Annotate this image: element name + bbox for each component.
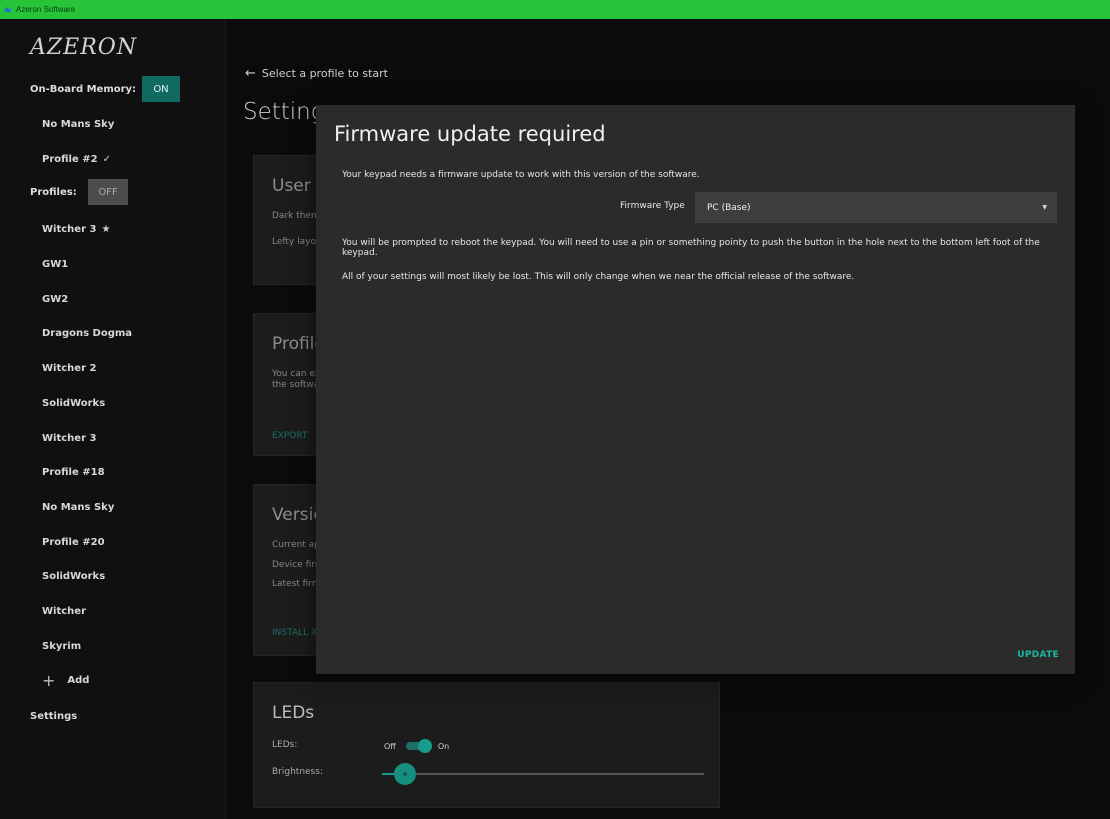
- sidebar-item-skyrim[interactable]: Skyrim: [42, 639, 81, 653]
- add-profile-button[interactable]: + Add: [42, 671, 89, 690]
- onboard-memory-toggle[interactable]: ON: [142, 76, 180, 102]
- brightness-slider[interactable]: [382, 763, 704, 785]
- sidebar-item-label: SolidWorks: [42, 570, 106, 582]
- slider-rail: [382, 773, 704, 775]
- sidebar-item-gw2[interactable]: GW2: [42, 292, 68, 306]
- sidebar-item-dragons-dogma[interactable]: Dragons Dogma: [42, 326, 132, 340]
- firmware-type-label: Firmware Type: [620, 201, 685, 211]
- toggle-knob: [417, 739, 432, 753]
- sidebar-item-label: SolidWorks: [42, 397, 106, 409]
- update-button[interactable]: UPDATE: [1017, 650, 1059, 660]
- sidebar-item-label: No Mans Sky: [42, 501, 115, 513]
- sidebar-item-gw1[interactable]: GW1: [42, 257, 68, 271]
- sidebar-item-witcher-3[interactable]: Witcher 3 ★: [42, 222, 110, 236]
- leds-toggle[interactable]: [404, 739, 432, 753]
- onboard-memory-row: On-Board Memory: ON: [30, 76, 210, 102]
- sidebar-item-witcher-3b[interactable]: Witcher 3: [42, 431, 96, 445]
- sidebar-item-solidworks-b[interactable]: SolidWorks: [42, 569, 105, 583]
- sidebar-item-label: GW1: [42, 258, 69, 270]
- profiles-toggle[interactable]: OFF: [88, 179, 128, 205]
- on-label: On: [437, 741, 450, 751]
- off-label: Off: [384, 741, 396, 751]
- profiles-row: Profiles: OFF: [30, 179, 128, 205]
- sidebar-item-label: Witcher: [42, 605, 86, 617]
- firmware-type-value: PC (Base): [707, 202, 751, 213]
- dialog-warning: All of your settings will most likely be…: [342, 272, 855, 282]
- profiles-label: Profiles:: [30, 186, 77, 198]
- sidebar-item-profile-18[interactable]: Profile #18: [42, 465, 105, 479]
- app-logo-icon: [3, 6, 12, 13]
- check-icon: ✓: [102, 153, 111, 165]
- sidebar-item-witcher-2[interactable]: Witcher 2: [42, 361, 96, 375]
- back-link-label: Select a profile to start: [261, 67, 388, 80]
- dialog-instructions: You will be prompted to reboot the keypa…: [342, 238, 1040, 258]
- sidebar-item-label: Witcher 3: [42, 223, 97, 235]
- sidebar-item-label: Dragons Dogma: [42, 327, 133, 339]
- star-icon: ★: [101, 223, 111, 235]
- dialog-title: Firmware update required: [334, 122, 606, 146]
- arrow-left-icon: ←: [245, 66, 256, 81]
- sidebar-item-label: No Mans Sky: [42, 118, 115, 130]
- add-profile-label: Add: [67, 675, 90, 686]
- caret-down-icon: ▼: [1042, 204, 1047, 211]
- brightness-label: Brightness:: [272, 767, 323, 777]
- sidebar-item-no-mans-sky-b[interactable]: No Mans Sky: [42, 500, 114, 514]
- onboard-memory-label: On-Board Memory:: [30, 83, 137, 95]
- leds-toggle-row: Off On: [384, 739, 449, 753]
- sidebar-item-solidworks[interactable]: SolidWorks: [42, 396, 105, 410]
- sidebar-item-settings[interactable]: Settings: [30, 711, 77, 722]
- window-title: Azeron Software: [16, 5, 76, 14]
- window-titlebar: Azeron Software: [0, 0, 1110, 19]
- leds-label: LEDs:: [272, 740, 298, 750]
- sidebar-item-label: GW2: [42, 293, 69, 305]
- sidebar-item-no-mans-sky[interactable]: No Mans Sky: [42, 117, 114, 131]
- card-title: LEDs: [272, 703, 315, 723]
- sidebar-item-label: Profile #2: [42, 153, 98, 165]
- sidebar-item-label: Witcher 3: [42, 432, 97, 444]
- export-button[interactable]: EXPORT: [272, 431, 307, 441]
- azeron-logo: AZERON: [30, 35, 138, 60]
- sidebar-item-label: Witcher 2: [42, 362, 97, 374]
- sidebar-item-label: Profile #18: [42, 466, 105, 478]
- slider-thumb[interactable]: [394, 763, 416, 785]
- firmware-update-dialog: Firmware update required Your keypad nee…: [316, 105, 1075, 674]
- install-button[interactable]: INSTALL X: [272, 628, 317, 638]
- leds-card: LEDs LEDs: Off On Brightness:: [253, 682, 720, 808]
- sidebar-item-label: Profile #20: [42, 536, 105, 548]
- sidebar-item-label: Skyrim: [42, 640, 82, 652]
- dialog-message: Your keypad needs a firmware update to w…: [342, 170, 700, 180]
- sidebar-item-profile-2[interactable]: Profile #2 ✓: [42, 152, 111, 166]
- firmware-type-select[interactable]: PC (Base) ▼: [695, 192, 1057, 223]
- sidebar: AZERON On-Board Memory: ON No Mans Sky P…: [0, 19, 226, 819]
- sidebar-item-profile-20[interactable]: Profile #20: [42, 535, 105, 549]
- plus-icon: +: [42, 671, 56, 690]
- back-link[interactable]: ← Select a profile to start: [245, 66, 388, 81]
- sidebar-item-witcher[interactable]: Witcher: [42, 604, 86, 618]
